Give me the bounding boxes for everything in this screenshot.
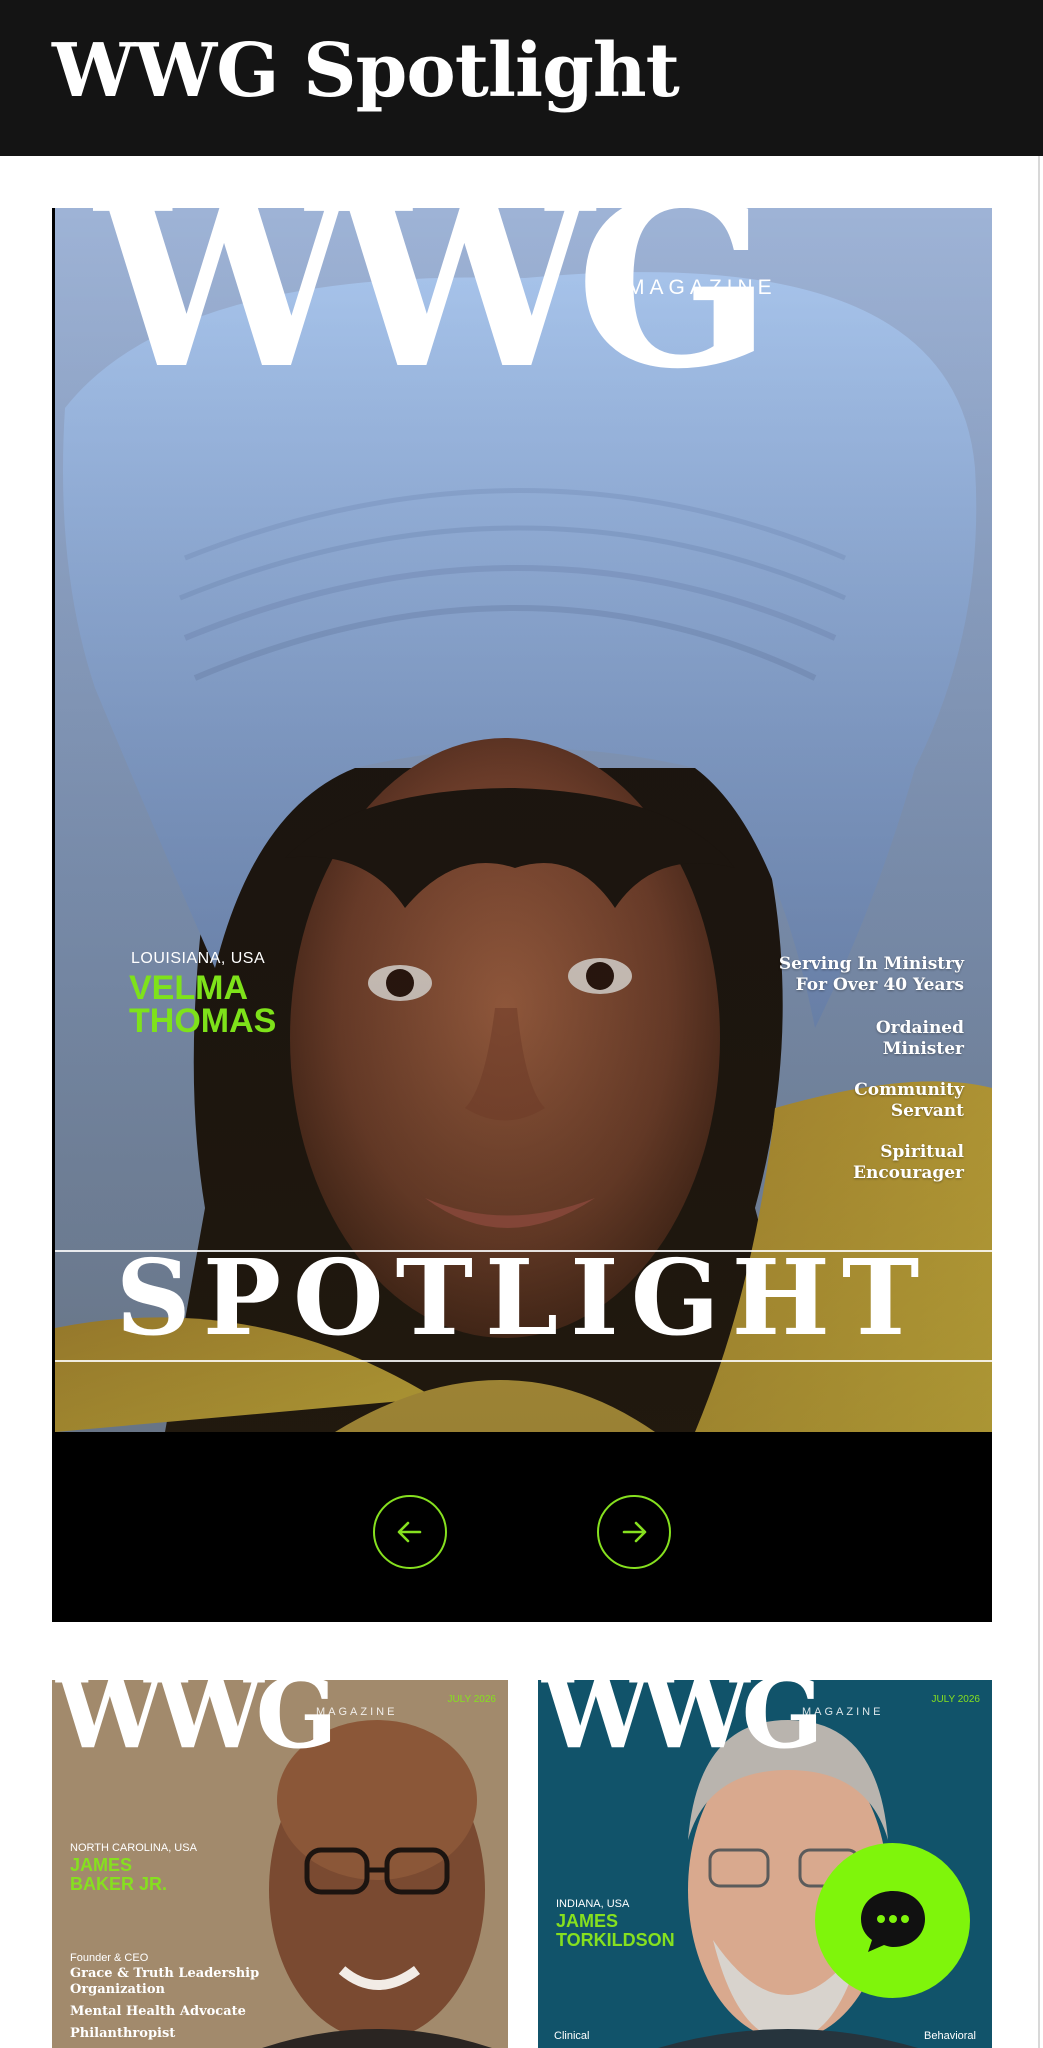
cover-tagline: Spiritual Encourager	[704, 1142, 964, 1184]
spotlight-banner: SPOTLIGHT	[115, 1236, 932, 1359]
cover-name: JAMES TORKILDSON	[556, 1912, 716, 1950]
chat-button[interactable]	[815, 1843, 970, 1998]
tagline-text: Serving In Ministry	[778, 954, 964, 974]
tagline-text: Ordained	[875, 1018, 964, 1038]
magazine-wordmark: MAGAZINE	[627, 276, 777, 299]
cover-detail: Mental Health Advocate	[70, 2004, 246, 2019]
carousel-next-button[interactable]	[597, 1495, 671, 1569]
cover-tagline: Serving In Ministry For Over 40 Years	[704, 954, 964, 996]
cover-caption: Clinical	[554, 2030, 590, 2042]
page-title: WWG Spotlight	[52, 28, 680, 114]
cover-first-name: JAMES	[70, 1855, 133, 1875]
page-edge-divider	[1038, 156, 1040, 2048]
magazine-logo: WWG	[542, 1680, 824, 1770]
cover-tagline: Ordained Minister	[704, 1018, 964, 1060]
site-header: WWG Spotlight	[0, 0, 1043, 156]
cover-location: INDIANA, USA	[556, 1898, 630, 1910]
cover-detail: Grace & Truth Leadership	[70, 1966, 260, 1981]
cover-last-name: TORKILDSON	[556, 1930, 675, 1950]
cover-tagline: Community Servant	[704, 1080, 964, 1122]
cover-last-name: THOMAS	[129, 1002, 277, 1040]
tagline-text: Spiritual	[880, 1142, 964, 1162]
cover-name: VELMA THOMAS	[129, 969, 389, 1040]
cover-first-name: JAMES	[556, 1911, 619, 1931]
cover-detail: Philanthropist	[70, 2026, 176, 2041]
tagline-text: Servant	[890, 1101, 964, 1121]
tagline-text: Community	[854, 1080, 964, 1100]
tagline-text: Minister	[882, 1039, 964, 1059]
cover-last-name: BAKER JR.	[70, 1874, 168, 1894]
banner-rule-bottom	[55, 1360, 992, 1362]
issue-date: JULY 2026	[931, 1694, 980, 1705]
tagline-text: Encourager	[853, 1163, 964, 1183]
cover-location: NORTH CAROLINA, USA	[70, 1842, 197, 1854]
spotlight-carousel: WWG MAGAZINE LOUISIANA, USA VELMA THOMAS…	[52, 208, 992, 1622]
cover-name: JAMES BAKER JR.	[70, 1856, 230, 1894]
magazine-wordmark: MAGAZINE	[802, 1706, 884, 1718]
magazine-wordmark: MAGAZINE	[316, 1706, 398, 1718]
carousel-prev-button[interactable]	[373, 1495, 447, 1569]
arrow-right-icon	[622, 1521, 647, 1543]
cover-location: LOUISIANA, USA	[131, 950, 266, 967]
cover-detail: Organization	[70, 1982, 165, 1997]
chat-bubble-icon	[860, 1890, 925, 1952]
magazine-cover-card[interactable]: WWG MAGAZINE JULY 2026 NORTH CAROLINA, U…	[52, 1680, 508, 2048]
arrow-left-icon	[397, 1521, 422, 1543]
cover-role: Founder & CEO	[70, 1952, 149, 1964]
magazine-logo: WWG	[56, 1680, 338, 1770]
cover-caption: Behavioral	[924, 2030, 976, 2042]
cover-first-name: VELMA	[129, 969, 248, 1007]
magazine-logo: WWG	[95, 208, 772, 420]
featured-cover[interactable]: WWG MAGAZINE LOUISIANA, USA VELMA THOMAS…	[55, 208, 992, 1432]
issue-date: JULY 2026	[447, 1694, 496, 1705]
tagline-text: For Over 40 Years	[795, 975, 964, 995]
